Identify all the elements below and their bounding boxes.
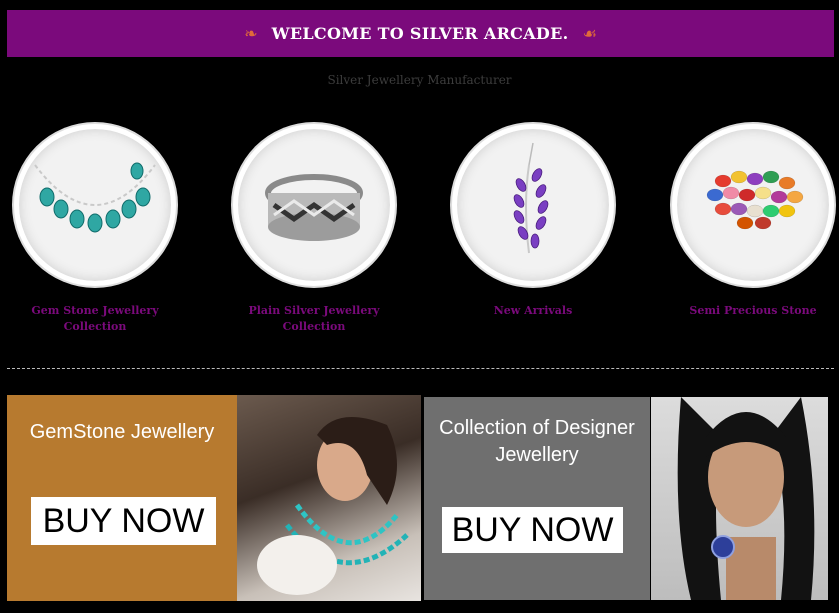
promo-designer-jewellery[interactable]: Collection of Designer Jewellery BUY NOW [424, 397, 828, 600]
colored-stones-image[interactable] [672, 124, 834, 286]
gemstone-necklace-image[interactable] [14, 124, 176, 286]
promo-title: GemStone Jewellery [29, 421, 215, 443]
category-gemstone[interactable]: Gem Stone Jewellery Collection [0, 124, 195, 335]
promo-panel: Collection of Designer Jewellery BUY NOW [424, 397, 650, 600]
model-blue-ring-image [651, 397, 828, 600]
welcome-banner: ❧ WELCOME TO SILVER ARCADE. ☙ [7, 10, 834, 57]
right-swirl-icon: ☙ [582, 24, 597, 43]
model-turquoise-necklace-image [237, 395, 421, 601]
amethyst-pendant-image[interactable] [452, 124, 614, 286]
page-subtitle: Silver Jewellery Manufacturer [327, 73, 512, 87]
buy-now-button[interactable]: BUY NOW [442, 507, 623, 553]
promo-gemstone-jewellery[interactable]: GemStone Jewellery BUY NOW [7, 395, 421, 601]
page-title: WELCOME TO SILVER ARCADE. [271, 24, 569, 43]
category-new-arrivals[interactable]: New Arrivals [433, 124, 633, 319]
category-semi-precious[interactable]: Semi Precious Stone [653, 124, 839, 319]
promo-title: Collection of Designer Jewellery [439, 417, 635, 466]
dashed-divider [7, 368, 834, 369]
buy-now-button[interactable]: BUY NOW [31, 497, 216, 545]
left-swirl-icon: ❧ [244, 24, 258, 43]
category-label[interactable]: Semi Precious Stone [653, 303, 839, 319]
category-plain-silver[interactable]: Plain Silver Jewellery Collection [214, 124, 414, 335]
promo-panel: GemStone Jewellery BUY NOW [7, 395, 237, 601]
silver-ring-image[interactable] [233, 124, 395, 286]
category-label[interactable]: New Arrivals [433, 303, 633, 319]
category-label[interactable]: Gem Stone Jewellery Collection [0, 303, 195, 335]
category-label[interactable]: Plain Silver Jewellery Collection [214, 303, 414, 335]
